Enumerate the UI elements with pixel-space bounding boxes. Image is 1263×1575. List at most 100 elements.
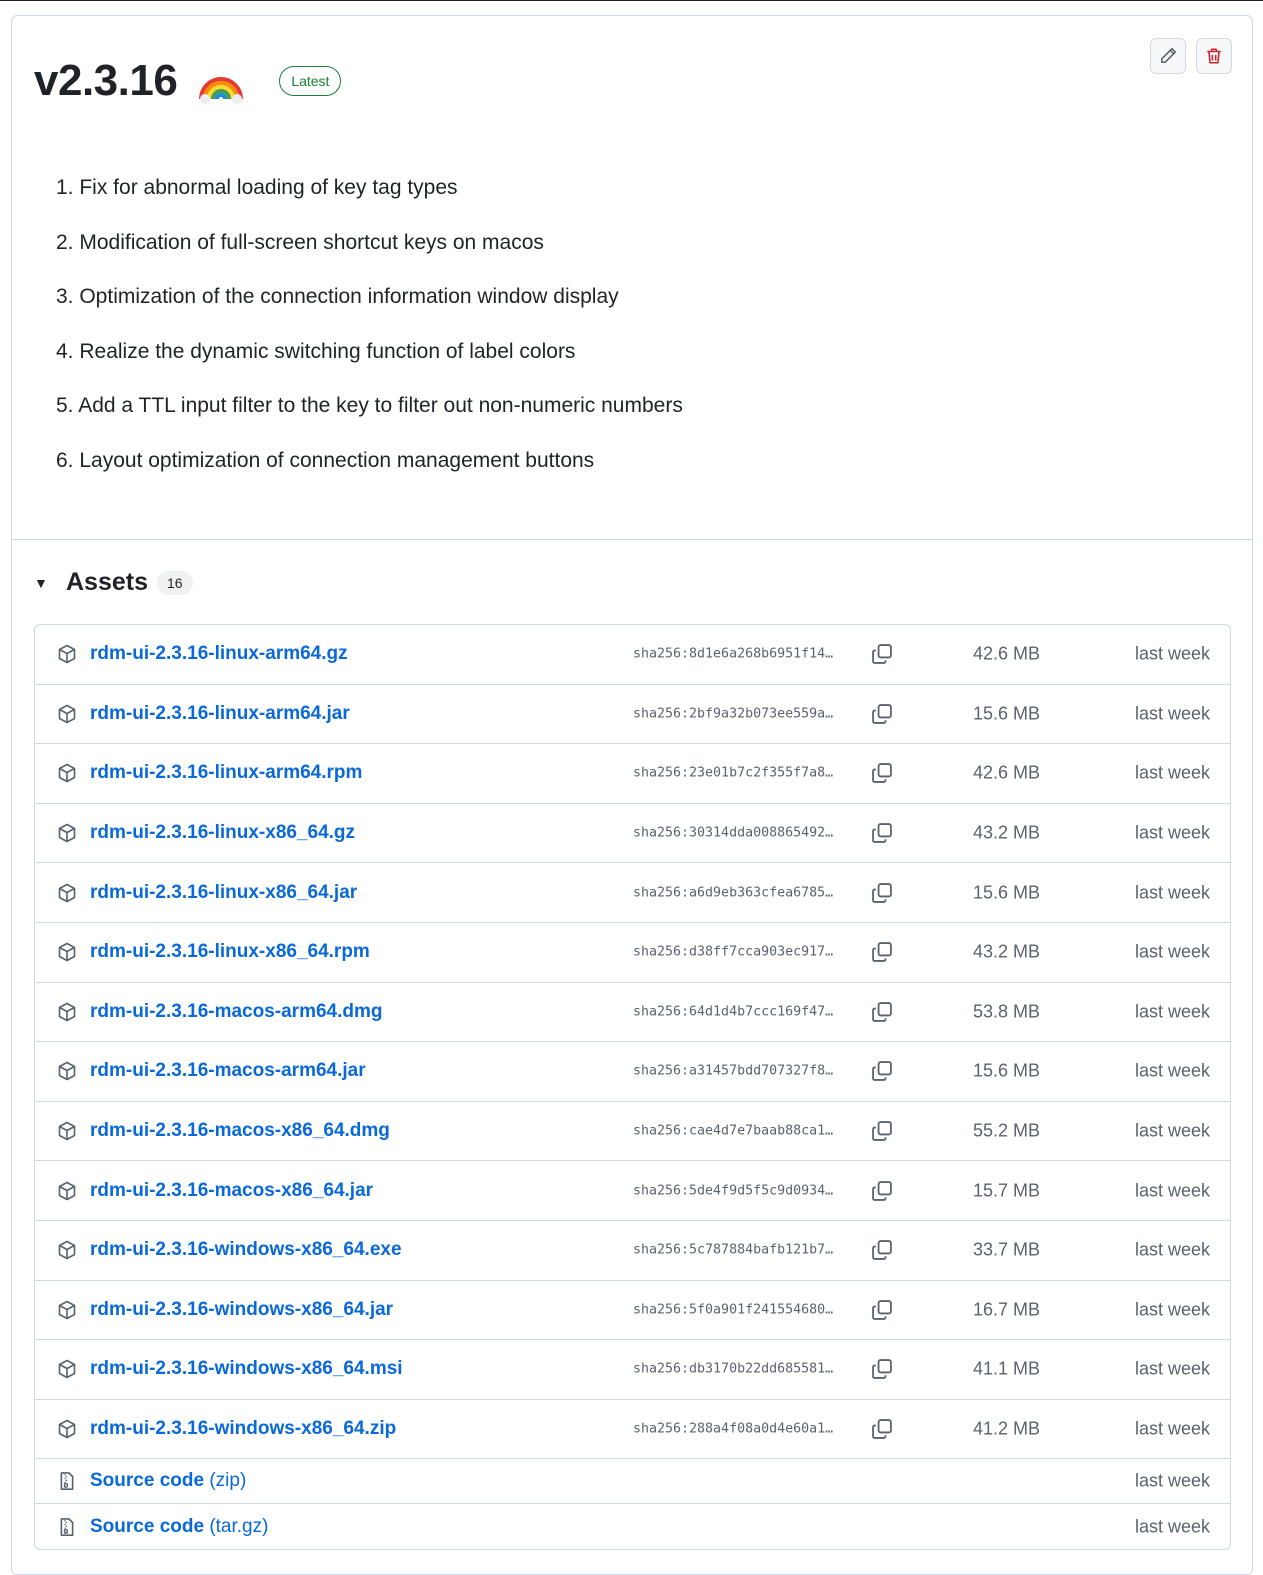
asset-sha256: sha256:8d1e6a268b6951f14… [633,646,834,662]
release-note: 2. Modification of full-screen shortcut … [56,230,544,254]
asset-row: rdm-ui-2.3.16-linux-x86_64.rpm sha256:d38… [35,923,1230,983]
copy-icon[interactable] [871,1060,893,1082]
asset-size: 33.7 MB [972,1239,1040,1260]
assets-list: rdm-ui-2.3.16-linux-arm64.gz sha256:8d1e6… [34,624,1231,1551]
caret-down-icon[interactable]: ▼ [34,575,48,591]
asset-row: rdm-ui-2.3.16-windows-x86_64.jar sha256:5… [35,1281,1230,1341]
release-note: 5. Add a TTL input filter to the key to … [56,394,683,418]
asset-date: last week [1134,1470,1210,1491]
asset-row: rdm-ui-2.3.16-linux-x86_64.gz sha256:3031… [35,804,1230,864]
copy-icon[interactable] [871,762,893,784]
asset-size: 42.6 MB [972,762,1040,783]
asset-size: 15.6 MB [972,703,1040,724]
release-card: v2.3.16 Latest 1. Fix for abnormal loadi… [11,15,1253,1575]
package-icon [57,1002,77,1022]
copy-icon[interactable] [871,1001,893,1023]
asset-row: rdm-ui-2.3.16-macos-arm64.jar sha256:a314… [35,1042,1230,1102]
package-icon [57,704,77,724]
asset-date: last week [1134,822,1210,843]
package-icon [57,942,77,962]
asset-date: last week [1134,703,1210,724]
asset-sha256: sha256:5c787884bafb121b7… [633,1242,834,1258]
asset-row: rdm-ui-2.3.16-windows-x86_64.exe sha256:5… [35,1221,1230,1281]
asset-row: rdm-ui-2.3.16-macos-x86_64.dmg sha256:cae… [35,1102,1230,1162]
copy-icon[interactable] [871,643,893,665]
asset-sha256: sha256:5f0a901f241554680… [633,1302,834,1318]
release-note: 3. Optimization of the connection inform… [56,285,619,309]
asset-link[interactable]: rdm-ui-2.3.16-windows-x86_64.msi [90,1358,403,1380]
asset-date: last week [1134,1180,1210,1201]
release-note: 6. Layout optimization of connection man… [56,448,595,472]
release-header: v2.3.16 Latest [34,46,342,116]
asset-link[interactable]: rdm-ui-2.3.16-linux-x86_64.jar [90,882,357,904]
asset-date: last week [1134,1358,1210,1379]
release-note: 4. Realize the dynamic switching functio… [56,339,576,363]
delete-button[interactable] [1196,38,1232,74]
asset-date: last week [1134,1516,1210,1537]
assets-header[interactable]: ▼ Assets 16 [34,568,193,597]
source-code-row: Source code (zip) last week [35,1459,1230,1505]
asset-date: last week [1134,762,1210,783]
copy-icon[interactable] [871,882,893,904]
asset-sha256: sha256:5de4f9d5f5c9d0934… [633,1183,834,1199]
package-icon [57,883,77,903]
release-title[interactable]: v2.3.16 [34,56,178,106]
source-code-label: Source code [90,1515,205,1537]
asset-link[interactable]: rdm-ui-2.3.16-windows-x86_64.exe [90,1239,402,1261]
source-code-link[interactable]: Source code (zip) [90,1470,246,1492]
asset-link[interactable]: rdm-ui-2.3.16-linux-x86_64.rpm [90,941,370,963]
package-icon [57,763,77,783]
asset-sha256: sha256:db3170b22dd685581… [633,1361,834,1377]
package-icon [57,1061,77,1081]
assets-title: Assets [66,568,148,596]
asset-sha256: sha256:2bf9a32b073ee559a… [633,706,834,722]
asset-size: 15.6 MB [972,1060,1040,1081]
copy-icon[interactable] [871,1358,893,1380]
section-divider [12,539,1252,540]
asset-link[interactable]: rdm-ui-2.3.16-linux-arm64.rpm [90,762,362,784]
asset-link[interactable]: rdm-ui-2.3.16-macos-x86_64.dmg [90,1120,390,1142]
copy-icon[interactable] [871,1299,893,1321]
asset-link[interactable]: rdm-ui-2.3.16-macos-arm64.jar [90,1060,366,1082]
copy-icon[interactable] [871,822,893,844]
asset-size: 15.7 MB [972,1180,1040,1201]
asset-row: rdm-ui-2.3.16-linux-arm64.rpm sha256:23e0… [35,744,1230,804]
edit-button[interactable] [1150,38,1186,74]
copy-icon[interactable] [871,1180,893,1202]
asset-sha256: sha256:30314dda008865492… [633,825,834,841]
asset-link[interactable]: rdm-ui-2.3.16-linux-arm64.gz [90,643,348,665]
package-icon [57,1300,77,1320]
asset-row: rdm-ui-2.3.16-linux-arm64.gz sha256:8d1e6… [35,625,1230,685]
latest-badge: Latest [279,66,342,96]
asset-row: rdm-ui-2.3.16-macos-x86_64.jar sha256:5de… [35,1161,1230,1221]
asset-date: last week [1134,1120,1210,1141]
asset-link[interactable]: rdm-ui-2.3.16-linux-arm64.jar [90,703,350,725]
source-code-ext: (tar.gz) [209,1515,269,1537]
release-notes: 1. Fix for abnormal loading of key tag t… [56,174,683,502]
asset-link[interactable]: rdm-ui-2.3.16-windows-x86_64.zip [90,1418,396,1440]
asset-link[interactable]: rdm-ui-2.3.16-linux-x86_64.gz [90,822,355,844]
asset-size: 41.1 MB [972,1358,1040,1379]
copy-icon[interactable] [871,1239,893,1261]
rainbow-emoji-icon [199,77,244,104]
asset-sha256: sha256:d38ff7cca903ec917… [633,944,834,960]
copy-icon[interactable] [871,941,893,963]
source-code-link[interactable]: Source code (tar.gz) [90,1516,268,1538]
copy-icon[interactable] [871,1418,893,1440]
asset-link[interactable]: rdm-ui-2.3.16-macos-x86_64.jar [90,1180,373,1202]
asset-sha256: sha256:a6d9eb363cfea6785… [633,885,834,901]
asset-date: last week [1134,1299,1210,1320]
asset-link[interactable]: rdm-ui-2.3.16-macos-arm64.dmg [90,1001,383,1023]
asset-row: rdm-ui-2.3.16-macos-arm64.dmg sha256:64d1… [35,983,1230,1043]
copy-icon[interactable] [871,1120,893,1142]
asset-date: last week [1134,643,1210,664]
asset-size: 43.2 MB [972,822,1040,843]
copy-icon[interactable] [871,703,893,725]
asset-link[interactable]: rdm-ui-2.3.16-windows-x86_64.jar [90,1299,393,1321]
source-code-row: Source code (tar.gz) last week [35,1504,1230,1549]
asset-size: 42.6 MB [972,643,1040,664]
asset-row: rdm-ui-2.3.16-windows-x86_64.zip sha256:2… [35,1400,1230,1460]
asset-size: 16.7 MB [972,1299,1040,1320]
asset-row: rdm-ui-2.3.16-linux-x86_64.jar sha256:a6d… [35,863,1230,923]
package-icon [57,1240,77,1260]
